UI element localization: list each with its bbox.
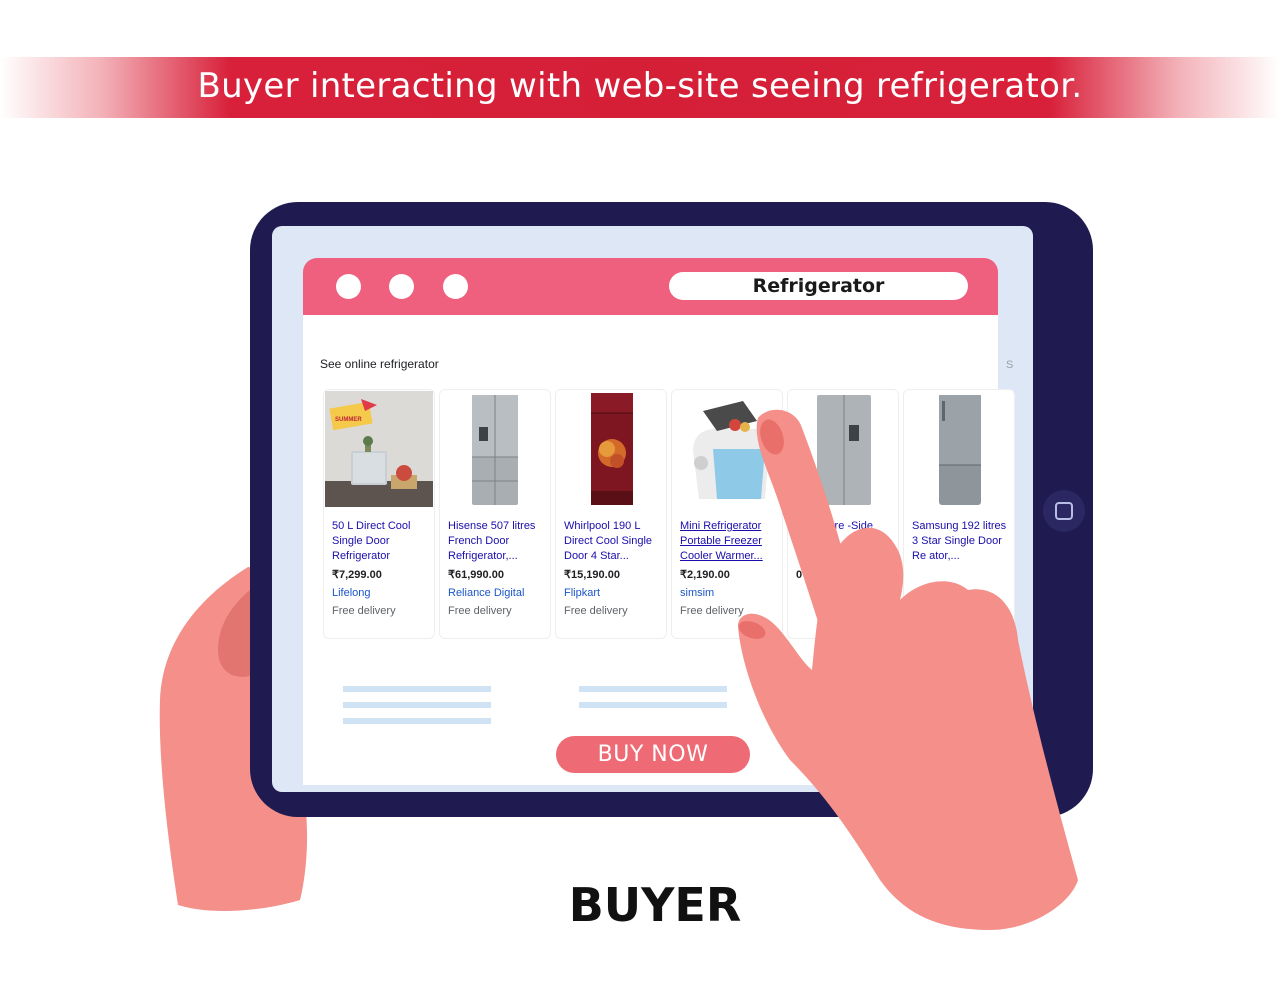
buyer-label: BUYER [568,878,742,932]
right-hand-illustration [738,409,1078,930]
